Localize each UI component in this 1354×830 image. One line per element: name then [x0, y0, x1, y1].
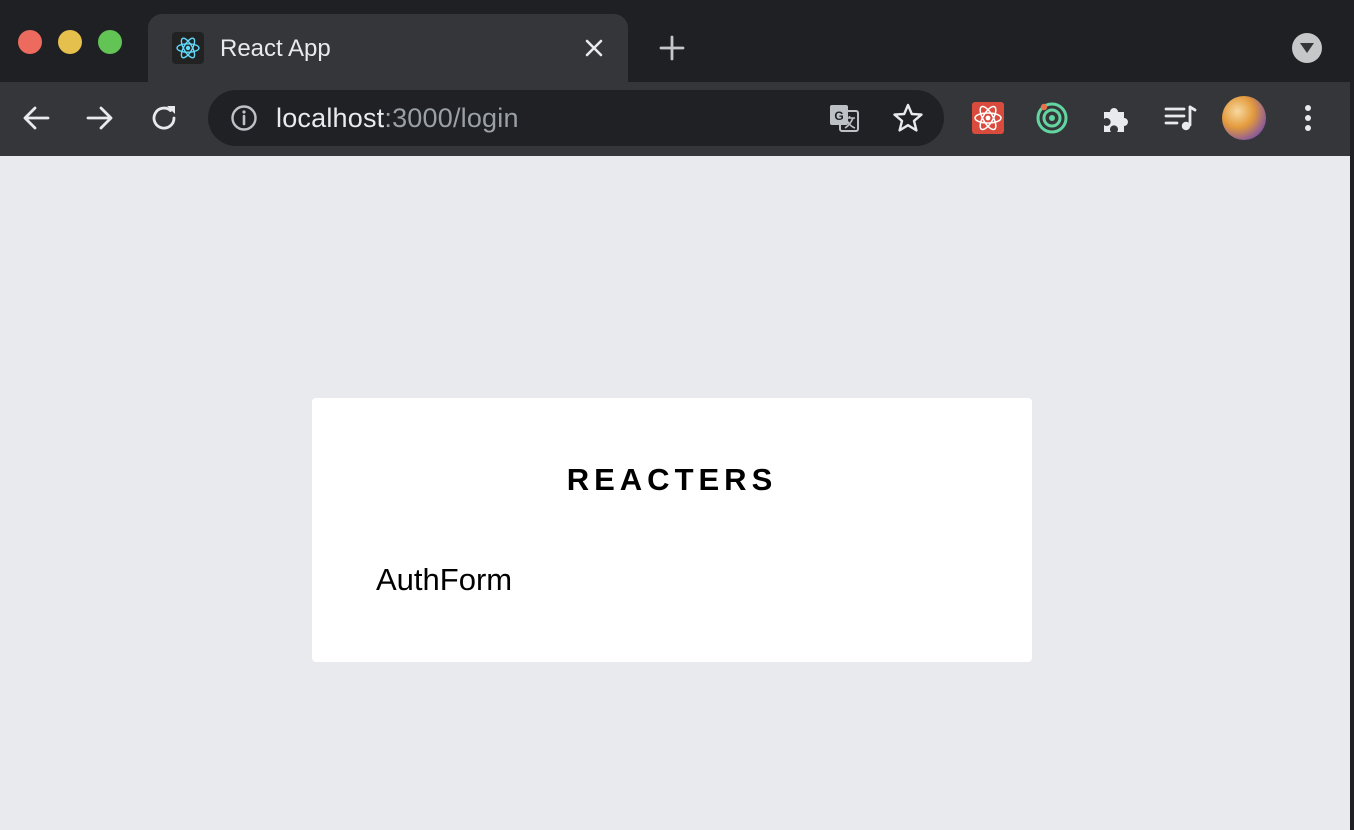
- address-url[interactable]: localhost:3000/login: [276, 103, 519, 134]
- brand-title: REACTERS: [566, 462, 778, 497]
- page-viewport: REACTERS AuthForm: [0, 156, 1354, 830]
- media-queue-icon[interactable]: [1162, 100, 1198, 136]
- browser-window: React App localhost:3000/login G REACTER…: [0, 0, 1354, 830]
- star-icon[interactable]: [892, 102, 924, 134]
- auth-form-placeholder: AuthForm: [376, 562, 513, 597]
- avatar[interactable]: [1222, 96, 1266, 140]
- more-vert-icon[interactable]: [1290, 100, 1326, 136]
- new-tab-button[interactable]: [654, 30, 690, 66]
- tab-react-app[interactable]: React App: [148, 14, 628, 82]
- close-icon[interactable]: [578, 32, 610, 64]
- tab-title: React App: [220, 35, 331, 62]
- react-atom-icon: [172, 32, 204, 64]
- window-edge: [1350, 0, 1354, 830]
- login-card: REACTERS AuthForm: [312, 398, 1032, 662]
- url-path: :3000/login: [384, 103, 519, 133]
- tab-strip: React App: [0, 0, 1354, 82]
- back-button[interactable]: [16, 98, 56, 138]
- puzzle-icon[interactable]: [1098, 100, 1134, 136]
- arrow-left-icon: [23, 106, 50, 130]
- window-minimize-button[interactable]: [58, 30, 82, 54]
- react-devtools-icon[interactable]: [970, 100, 1006, 136]
- reload-button[interactable]: [144, 98, 184, 138]
- forward-button[interactable]: [80, 98, 120, 138]
- target-ring-icon[interactable]: [1034, 100, 1070, 136]
- arrow-right-icon: [86, 106, 113, 130]
- tab-search-button[interactable]: [1292, 33, 1322, 63]
- address-bar[interactable]: localhost:3000/login G: [208, 90, 944, 146]
- info-icon[interactable]: [230, 104, 258, 132]
- translate-icon[interactable]: G: [828, 102, 860, 134]
- svg-text:G: G: [834, 109, 843, 123]
- chevron-down-icon: [1300, 43, 1314, 53]
- reload-icon: [152, 106, 176, 130]
- window-maximize-button[interactable]: [98, 30, 122, 54]
- window-close-button[interactable]: [18, 30, 42, 54]
- browser-toolbar: localhost:3000/login G: [0, 82, 1354, 156]
- url-host: localhost: [276, 103, 385, 133]
